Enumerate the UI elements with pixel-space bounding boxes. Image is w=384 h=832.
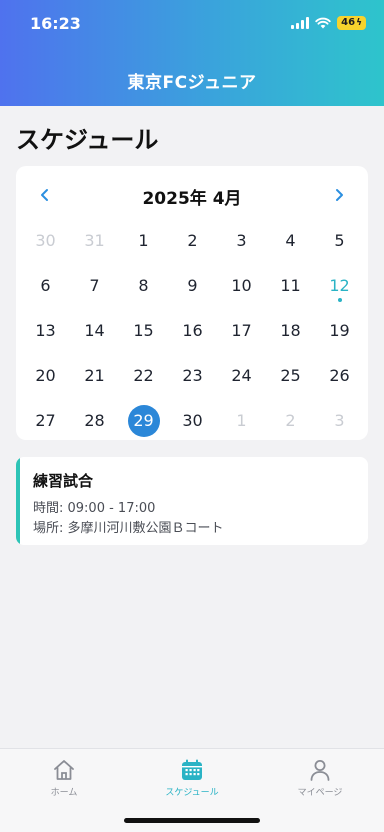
calendar-day[interactable]: 7 (70, 263, 119, 308)
event-time: 時間: 09:00 - 17:00 (33, 501, 156, 516)
signal-icon (291, 17, 310, 29)
calendar-day-number: 29 (127, 404, 160, 437)
calendar-day[interactable]: 13 (21, 308, 70, 353)
calendar-day-number: 9 (187, 276, 198, 295)
tab-mypage[interactable]: マイページ (256, 757, 384, 798)
calendar-month-label: 2025年 4月 (142, 189, 242, 209)
calendar-day-selected[interactable]: 29 (119, 398, 168, 443)
calendar-day[interactable]: 24 (217, 353, 266, 398)
calendar-day-number: 2 (285, 411, 296, 430)
calendar-day-number: 16 (182, 321, 203, 340)
calendar-day-number: 1 (236, 411, 247, 430)
calendar-day[interactable]: 8 (119, 263, 168, 308)
calendar-icon (182, 759, 202, 780)
calendar-day-number: 21 (84, 366, 105, 385)
calendar-day[interactable]: 5 (315, 218, 364, 263)
calendar-day-number: 18 (280, 321, 301, 340)
calendar-day[interactable]: 20 (21, 353, 70, 398)
wifi-icon (315, 17, 331, 29)
tab-home-label: ホーム (50, 788, 78, 798)
calendar-day-number: 12 (329, 276, 350, 295)
calendar-day[interactable]: 14 (70, 308, 119, 353)
calendar-day-number: 17 (231, 321, 252, 340)
calendar-day-number: 30 (182, 411, 203, 430)
calendar-day-number: 1 (138, 231, 149, 250)
home-icon (54, 760, 74, 780)
calendar-day-number: 5 (334, 231, 345, 250)
calendar-day[interactable]: 6 (21, 263, 70, 308)
calendar-day[interactable]: 17 (217, 308, 266, 353)
calendar-day-number: 4 (285, 231, 296, 250)
calendar-day-number: 27 (35, 411, 56, 430)
calendar-day-number: 24 (231, 366, 252, 385)
app-title: 東京FCジュニア (127, 73, 257, 93)
calendar-day[interactable]: 1 (217, 398, 266, 443)
calendar-day[interactable]: 28 (70, 398, 119, 443)
calendar-day[interactable]: 16 (168, 308, 217, 353)
calendar-day[interactable]: 2 (168, 218, 217, 263)
calendar-day-number: 14 (84, 321, 105, 340)
calendar-day[interactable]: 22 (119, 353, 168, 398)
calendar-day-number: 2 (187, 231, 198, 250)
calendar-day[interactable]: 11 (266, 263, 315, 308)
calendar-day[interactable]: 19 (315, 308, 364, 353)
calendar-day-number: 3 (236, 231, 247, 250)
calendar-day-number: 3 (334, 411, 345, 430)
calendar-day[interactable]: 27 (21, 398, 70, 443)
event-place: 場所: 多摩川河川敷公園Ｂコート (33, 521, 224, 536)
calendar-day[interactable]: 3 (217, 218, 266, 263)
calendar-day-number: 28 (84, 411, 105, 430)
calendar-day[interactable]: 10 (217, 263, 266, 308)
battery-icon: 46 (337, 16, 366, 30)
home-indicator (124, 818, 260, 823)
calendar-day-number: 7 (89, 276, 100, 295)
event-title: 練習試合 (33, 472, 94, 490)
person-icon (310, 760, 330, 781)
calendar-day-number: 15 (133, 321, 154, 340)
page-title: スケジュール (16, 126, 159, 154)
calendar-day[interactable]: 9 (168, 263, 217, 308)
calendar-day[interactable]: 2 (266, 398, 315, 443)
calendar-day-number: 6 (40, 276, 51, 295)
calendar-day-today[interactable]: 12 (315, 263, 364, 308)
tab-schedule-label: スケジュール (165, 788, 219, 798)
calendar-day-number: 26 (329, 366, 350, 385)
calendar-day[interactable]: 30 (21, 218, 70, 263)
calendar-day-number: 8 (138, 276, 149, 295)
tab-home[interactable]: ホーム (0, 757, 128, 798)
calendar-day[interactable]: 15 (119, 308, 168, 353)
calendar-day-number: 19 (329, 321, 350, 340)
calendar-card: 2025年 4月 30 31 1 2 3 4 5 6 7 8 9 10 11 12 13 14 15 16 17 18… (16, 166, 368, 440)
calendar-day-number: 11 (280, 276, 301, 295)
calendar-day[interactable]: 30 (168, 398, 217, 443)
calendar-day-number: 30 (35, 231, 56, 250)
calendar-day-number: 31 (84, 231, 105, 250)
status-time: 16:23 (30, 14, 81, 33)
calendar-day[interactable]: 4 (266, 218, 315, 263)
calendar-day[interactable]: 23 (168, 353, 217, 398)
tab-mypage-label: マイページ (297, 788, 343, 798)
event-accent-bar (16, 457, 20, 545)
chevron-right-icon[interactable] (326, 182, 352, 208)
calendar-day[interactable]: 31 (70, 218, 119, 263)
calendar-day-number: 13 (35, 321, 56, 340)
calendar-day-number: 20 (35, 366, 56, 385)
status-icons: 46 (291, 16, 366, 30)
tab-schedule[interactable]: スケジュール (128, 757, 256, 798)
calendar-day-number: 25 (280, 366, 301, 385)
calendar-day-number: 10 (231, 276, 252, 295)
calendar-day[interactable]: 1 (119, 218, 168, 263)
calendar-day[interactable]: 25 (266, 353, 315, 398)
app-header: 16:23 46 東京FCジュニア (0, 0, 384, 106)
calendar-grid: 30 31 1 2 3 4 5 6 7 8 9 10 11 12 13 14 15 16 17 18 19 20 21 22 2… (21, 218, 364, 443)
calendar-day[interactable]: 26 (315, 353, 364, 398)
calendar-header: 2025年 4月 (16, 180, 368, 210)
calendar-day-number: 22 (133, 366, 154, 385)
calendar-day[interactable]: 18 (266, 308, 315, 353)
event-card[interactable]: 練習試合 時間: 09:00 - 17:00 場所: 多摩川河川敷公園Ｂコート (16, 457, 368, 545)
calendar-day[interactable]: 3 (315, 398, 364, 443)
calendar-day[interactable]: 21 (70, 353, 119, 398)
calendar-day-number: 23 (182, 366, 203, 385)
